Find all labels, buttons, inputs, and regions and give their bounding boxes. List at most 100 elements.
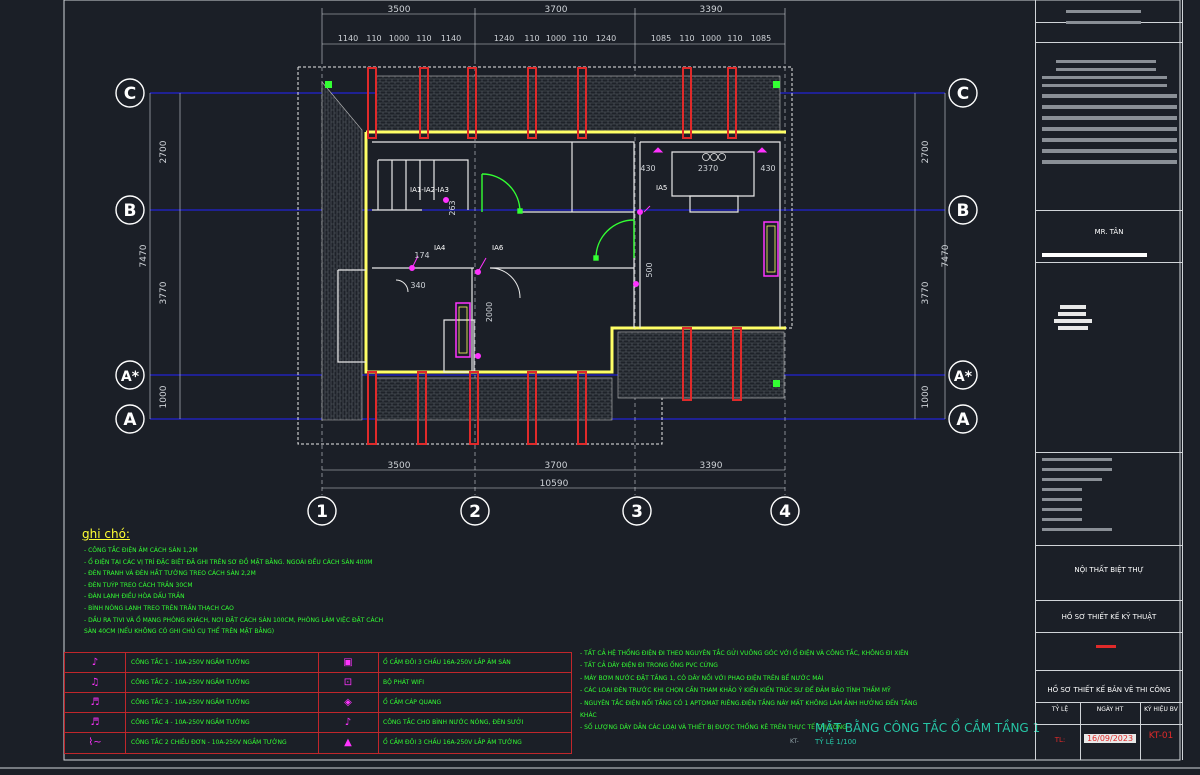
grid-bubble-left-b: B [115,195,145,225]
svg-text:1240: 1240 [494,34,514,43]
scale-value: TL: [1054,736,1066,744]
switch-4-icon: ♬ [90,717,100,728]
right-dim-labels: 2700 7470 3770 1000 [921,140,951,408]
header-scale: TỶ LỆ [1051,706,1069,713]
grid-bubble-left-c: C [115,78,145,108]
svg-text:1000: 1000 [921,385,931,408]
left-dim-labels: 2700 7470 3770 1000 [139,140,169,408]
dim-top-2: 3700 [545,5,568,15]
note-item: - MÁY BƠM NƯỚC ĐẶT TẦNG 1, CÓ DÂY NỐI VỚ… [580,674,824,682]
svg-text:B: B [957,201,970,221]
grid-bubble-col-3: 3 [622,496,652,526]
svg-text:430: 430 [760,164,775,173]
staff-block [1042,458,1122,531]
legend-label: Ổ CẮM CÁP QUANG [383,699,442,706]
dim-bottom-total: 10590 [540,479,569,489]
svg-text:3: 3 [631,502,643,522]
svg-text:A: A [123,410,137,430]
wall-socket-icon: ▲ [344,737,352,748]
svg-text:1000: 1000 [701,34,721,43]
legend-label: Ổ CẮM ĐÔI 3 CHẤU 16A-250V LẮP ÂM TƯỜNG [383,739,522,746]
svg-text:110: 110 [524,34,539,43]
legend-label: CÔNG TẮC 4 - 10A-250V NGẦM TƯỜNG [131,719,250,726]
drawing-code: KT-01 [1148,731,1174,741]
grid-bubble-col-4: 4 [770,496,800,526]
svg-text:174: 174 [414,251,429,260]
floor-socket-icon: ▣ [343,657,353,668]
svg-text:1240: 1240 [596,34,616,43]
dim-bottom-3: 3390 [700,461,723,471]
svg-text:1140: 1140 [441,34,461,43]
note-item: - ĐÈN TRANH VÀ ĐÈN HẮT TƯỜNG TREO CÁCH S… [84,570,256,578]
legend-label: Ổ CẮM ĐÔI 3 CHẤU 16A-250V LẮP ÂM SÀN [383,659,511,666]
note-item: - ĐÁN LẠNH ĐIỀU HÒA DẤU TRẦN [84,593,185,601]
grid-bubble-left-astar: A* [115,360,145,390]
sheet-code-left: KT- [790,738,799,745]
grid-bubble-right-a: A [948,404,978,434]
svg-text:3770: 3770 [159,281,169,304]
svg-text:1000: 1000 [159,385,169,408]
switch-3-icon: ♬ [90,697,100,708]
note-item: - TẤT CẢ DÂY ĐIỆN ĐI TRONG ỐNG PVC CỨNG [580,662,718,670]
dim-top-1: 3500 [388,5,411,15]
svg-text:IA6: IA6 [492,244,504,252]
grid-bubble-right-astar: A* [948,360,978,390]
note-item: - NGUYÊN TẮC ĐIỆN NỐI TẦNG CÓ 1 APTOMAT … [580,699,918,720]
device-tags: IA1-IA2-IA3 IA5 IA4 IA6 [410,184,667,252]
svg-text:1085: 1085 [751,34,771,43]
svg-text:2000: 2000 [485,302,494,322]
legend-label: CÔNG TẮC 3 - 10A-250V NGẦM TƯỜNG [131,699,250,706]
grid-bubble-left-a: A [115,404,145,434]
svg-text:2700: 2700 [159,140,169,163]
svg-text:IA1-IA2-IA3: IA1-IA2-IA3 [410,186,449,194]
title-block: MR. TÂN NỘI THẤT BIỆT THỰ HỒ SƠ THIẾT KẾ… [1035,0,1183,760]
svg-text:3770: 3770 [921,281,931,304]
switch-1-icon: ♪ [91,657,99,668]
legend-table: ♪ CÔNG TẮC 1 - 10A-250V NGẦM TƯỜNG ▣ Ổ C… [64,652,572,754]
svg-text:110: 110 [572,34,587,43]
dim-bottom-1: 3500 [388,461,411,471]
svg-text:1085: 1085 [651,34,671,43]
sheet-title: MẶT BẰNG CÔNG TẮC Ổ CẮM TẦNG 1 [815,721,1041,735]
header-date: NGÀY HT [1096,706,1124,713]
svg-text:A: A [956,410,970,430]
note-item: - Ổ ĐIỆN TẠI CÁC VỊ TRÍ ĐẶC BIỆT ĐÃ GHI … [84,558,373,566]
switch-2-icon: ♫ [90,677,100,688]
svg-text:A*: A* [954,369,973,385]
grid-bubble-col-1: 1 [307,496,337,526]
doors [481,173,635,261]
general-notes-block [1042,60,1177,171]
svg-text:2370: 2370 [698,164,718,173]
svg-text:1140: 1140 [338,34,358,43]
dim-bottom-2: 3700 [545,461,568,471]
svg-text:IA4: IA4 [434,244,446,252]
svg-text:2700: 2700 [921,140,931,163]
note-item: SÀN 40CM (NẾU KHÔNG CÓ GHI CHỦ CỤ THỂ TR… [84,628,275,636]
legend-label: CÔNG TẮC 1 - 10A-250V NGẦM TƯỜNG [131,659,250,666]
note-item: - BÌNH NÓNG LẠNH TREO TRÊN TRẦN THẠCH CA… [84,604,234,612]
note-item: - TẤT CẢ HỆ THỐNG ĐIỆN ĐI THEO NGUYÊN TẮ… [580,650,909,657]
grid-bubble-right-b: B [948,195,978,225]
date-value: 16/09/2023 [1084,734,1136,743]
svg-text:340: 340 [410,281,425,290]
signature-mark [1096,645,1116,648]
fiber-socket-icon: ◈ [344,697,352,708]
svg-text:7470: 7470 [941,244,951,267]
svg-text:110: 110 [679,34,694,43]
svg-text:110: 110 [727,34,742,43]
svg-text:500: 500 [645,262,654,277]
svg-text:430: 430 [640,164,655,173]
legend-label: CÔNG TẮC CHO BÌNH NƯỚC NÓNG, ĐÈN SƯỞI [383,719,524,726]
legend-label: CÔNG TẮC 2 CHIỀU ĐƠN - 10A-250V NGẦM TƯỜ… [131,739,287,746]
note-item: - ĐÈN TUÝP TREO CÁCH TRẦN 30CM [84,581,193,589]
stove-burners [702,153,726,161]
svg-text:1: 1 [316,502,328,522]
svg-text:C: C [957,84,969,104]
heater-switch-icon: ♪ [344,717,352,728]
top-dim-labels-minor: 1140 110 1000 110 1140 1240 110 1000 110… [338,34,771,43]
legend-label: CÔNG TẮC 2 - 10A-250V NGẦM TƯỜNG [131,679,250,686]
grid-bubble-col-2: 2 [460,496,490,526]
drawing-set: HỒ SƠ THIẾT KẾ BẢN VẼ THI CÔNG [1047,686,1171,694]
two-way-switch-icon: ⌇~ [88,737,102,748]
header-code: KÝ HIỆU BV [1144,706,1178,713]
